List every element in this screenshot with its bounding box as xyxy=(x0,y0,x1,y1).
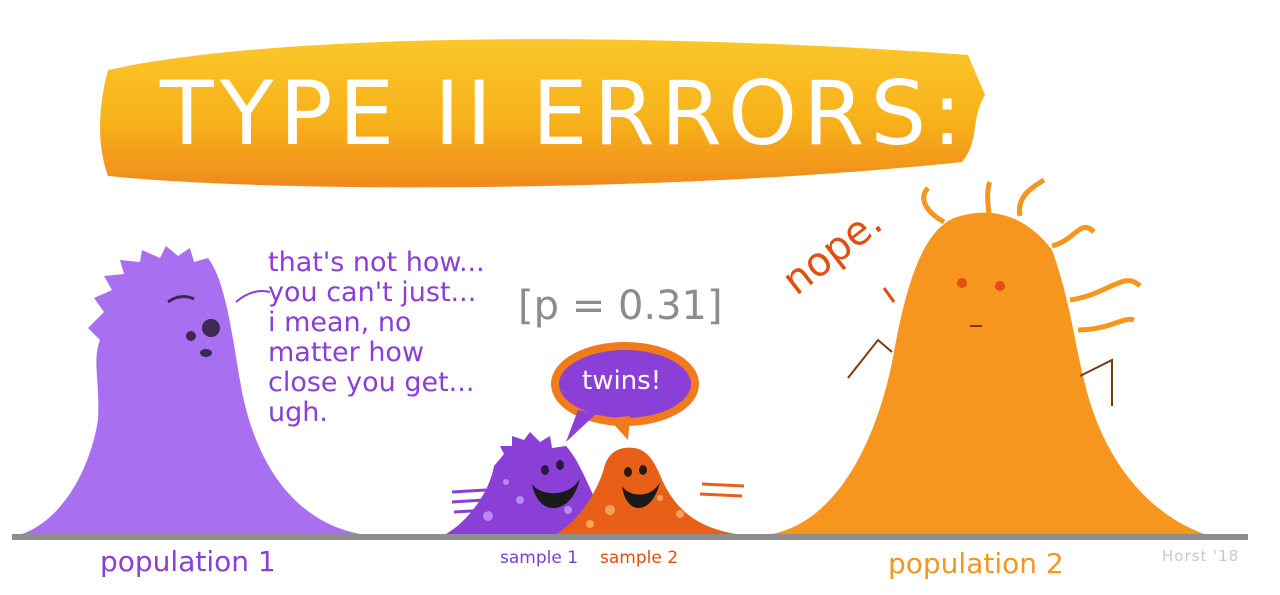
speech-text: that's not how... you can't just... i me… xyxy=(268,248,528,428)
population-1-label: population 1 xyxy=(100,545,276,578)
speech-line: i mean, no xyxy=(268,307,412,338)
speech-line: matter how xyxy=(268,337,425,368)
artist-signature: Horst '18 xyxy=(1162,547,1240,565)
speech-line: ugh. xyxy=(268,397,328,428)
speech-line: you can't just... xyxy=(268,277,477,308)
sample-2-label: sample 2 xyxy=(600,548,679,568)
population-2-label: population 2 xyxy=(888,547,1064,580)
twins-label: twins! xyxy=(582,366,662,396)
p-value-label: [p = 0.31] xyxy=(518,283,723,329)
sample-1-label: sample 1 xyxy=(500,548,579,568)
baseline-axis xyxy=(12,534,1248,540)
speech-line: close you get... xyxy=(268,367,475,398)
speech-line: that's not how... xyxy=(268,247,485,278)
page-title: TYPE II ERRORS: xyxy=(160,62,968,165)
illustration-canvas: TYPE II ERRORS: that's not how... you ca… xyxy=(0,0,1280,591)
